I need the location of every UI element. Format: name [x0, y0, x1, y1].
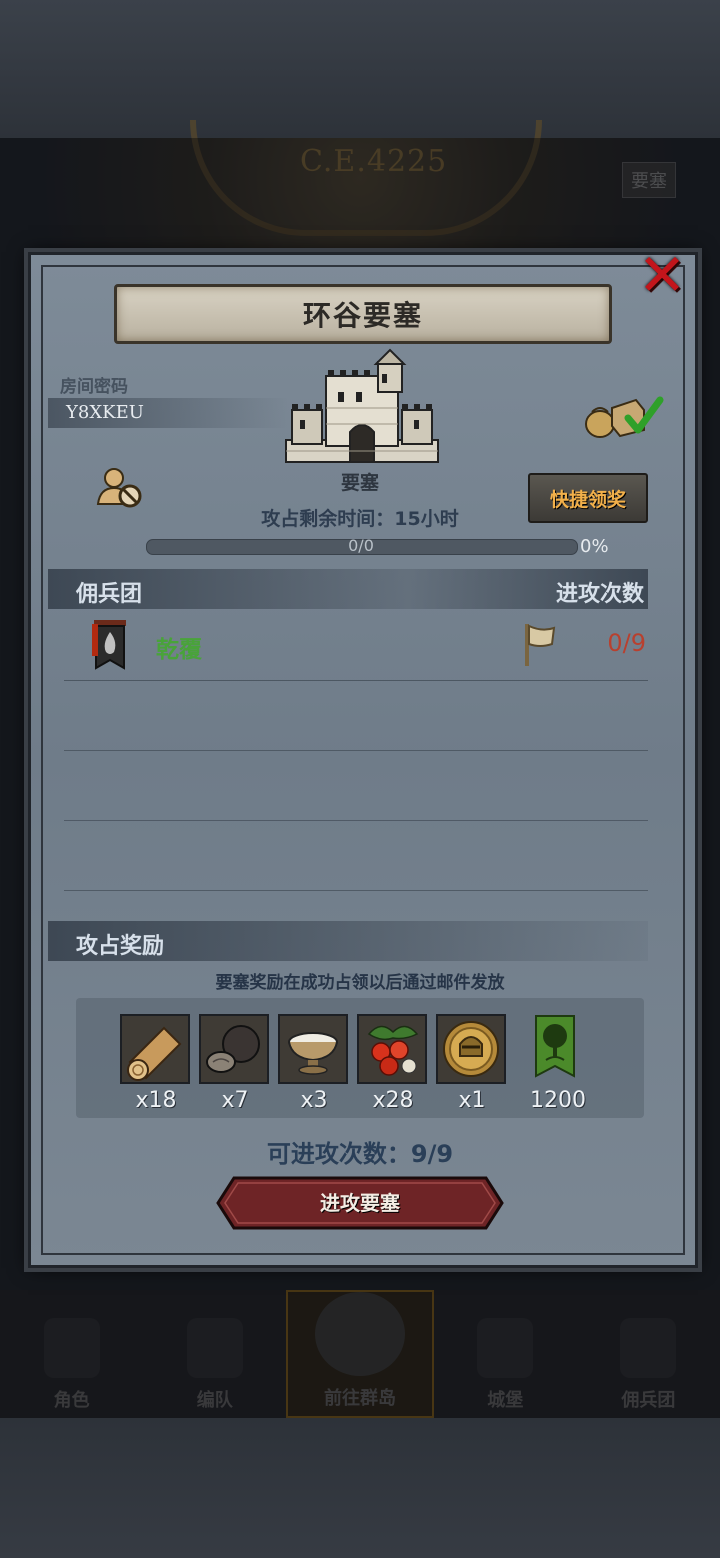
reward-qty: x18 — [135, 1088, 177, 1113]
rewards-claimed-icon[interactable] — [584, 392, 664, 440]
reward-item[interactable]: x3 — [278, 1014, 350, 1113]
reward-item[interactable]: x7 — [199, 1014, 271, 1113]
fortress-icon — [285, 348, 439, 463]
mercenary-row[interactable]: 乾覆 0/9 — [64, 612, 648, 681]
attack-fortress-button[interactable]: 进攻要塞 — [216, 1176, 504, 1230]
knight-medal-icon — [438, 1016, 504, 1082]
fortress-label: 要塞 — [340, 472, 379, 494]
white-flag-icon — [525, 624, 556, 666]
reward-qty: x28 — [372, 1088, 414, 1113]
mercenary-attack-count: 0/9 — [607, 629, 646, 657]
reward-item[interactable]: x28 — [357, 1014, 429, 1113]
modal-title: 环谷要塞 — [302, 299, 423, 332]
reward-qty: x3 — [300, 1088, 328, 1113]
mercenary-name: 乾覆 — [156, 637, 202, 663]
reward-item[interactable]: x18 — [120, 1014, 192, 1113]
truffle-icon — [201, 1016, 267, 1082]
room-code[interactable]: Y8XKEU — [66, 402, 144, 423]
mercenary-header: 佣兵团 进攻次数 — [48, 569, 648, 609]
reward-qty: x7 — [221, 1088, 249, 1113]
reward-note: 要塞奖励在成功占领以后通过邮件发放 — [215, 973, 505, 993]
reward-item[interactable]: 1200 — [522, 1014, 594, 1113]
title-banner: 环谷要塞 — [114, 284, 612, 344]
close-button[interactable]: ✕ — [634, 246, 690, 304]
status-bar-area — [0, 0, 720, 138]
hide-user-icon[interactable] — [96, 466, 144, 510]
empty-mercenary-row — [64, 820, 648, 891]
mercenary-header-title: 佣兵团 — [76, 582, 143, 607]
attack-count-header: 进攻次数 — [555, 582, 644, 607]
progress-percent: 0% — [580, 536, 609, 557]
tree-banner-icon — [535, 1015, 575, 1078]
progress-text: 0/0 — [348, 536, 374, 555]
quick-claim-label: 快捷领奖 — [549, 488, 626, 511]
berries-icon — [359, 1016, 425, 1082]
reward-qty: 1200 — [530, 1088, 586, 1113]
empty-mercenary-row — [64, 750, 648, 821]
milk-bowl-icon — [280, 1016, 346, 1082]
close-icon: ✕ — [637, 241, 687, 309]
time-remaining: 攻占剩余时间：15小时 — [261, 508, 459, 530]
reward-header-title: 攻占奖励 — [76, 934, 165, 959]
reward-header: 攻占奖励 — [48, 921, 648, 961]
attack-fortress-label: 进攻要塞 — [320, 1191, 400, 1215]
bottom-system-area — [0, 1418, 720, 1558]
empty-mercenary-row — [64, 680, 648, 751]
flame-banner-icon — [92, 620, 126, 670]
available-attack-count: 可进攻次数：9/9 — [266, 1140, 454, 1168]
reward-qty: x1 — [458, 1088, 486, 1113]
quick-claim-button[interactable]: 快捷领奖 — [528, 473, 648, 523]
reward-item[interactable]: x1 — [436, 1014, 508, 1113]
wood-log-icon — [122, 1016, 188, 1082]
room-code-label: 房间密码 — [60, 377, 128, 397]
